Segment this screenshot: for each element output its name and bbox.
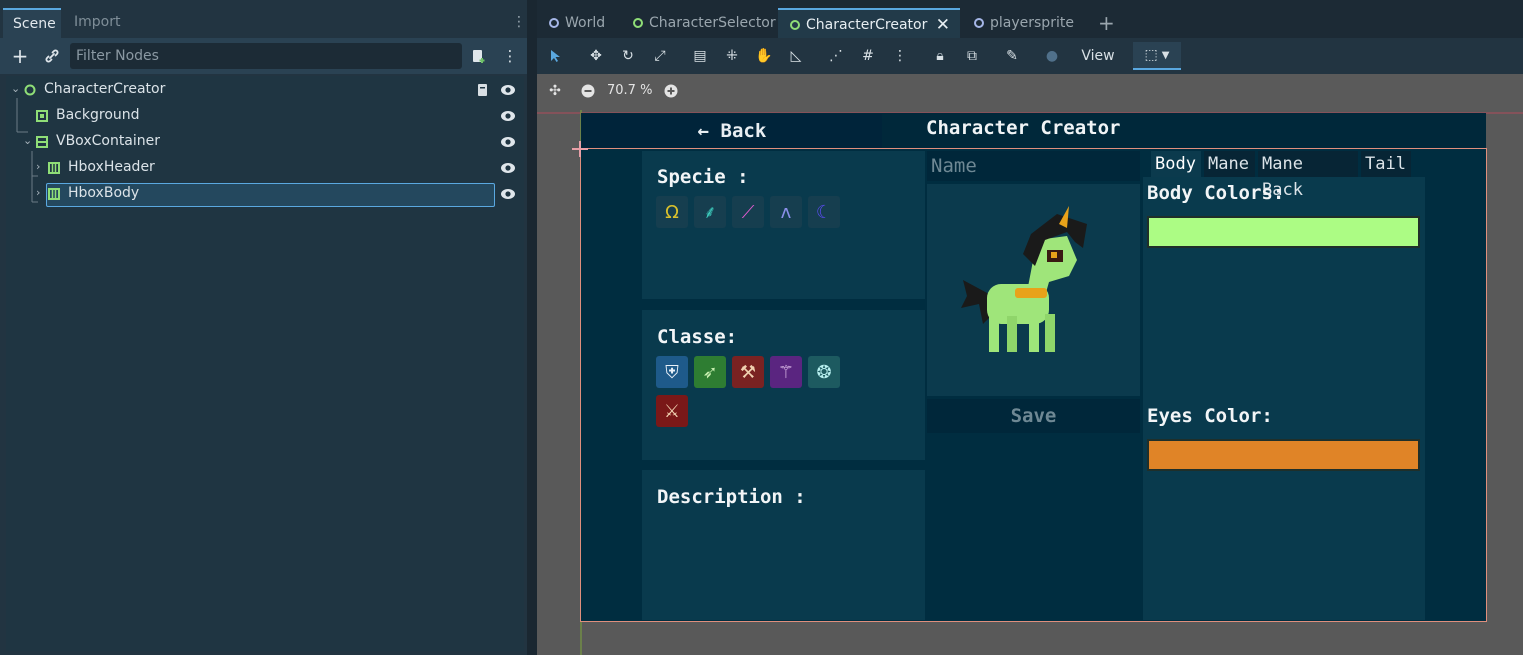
- dashed-rect-icon: ⬚: [1144, 47, 1158, 63]
- tab-label: CharacterSelector: [649, 15, 776, 31]
- pivot-mode-icon[interactable]: ⁜: [721, 45, 743, 67]
- node-circle-icon: [974, 18, 984, 28]
- camera-override-icon[interactable]: ●: [1041, 45, 1063, 67]
- hbox-icon: [48, 162, 60, 174]
- chevron-right-icon[interactable]: ›: [36, 160, 40, 173]
- tab-import[interactable]: Import: [64, 8, 130, 38]
- back-button[interactable]: ← Back: [582, 114, 882, 148]
- tab-world[interactable]: World: [537, 8, 621, 38]
- rotate-mode-icon[interactable]: ↻: [617, 45, 639, 67]
- filter-nodes-field[interactable]: [70, 43, 462, 69]
- node-circle-icon: [633, 18, 643, 28]
- canvas-frame: [580, 148, 1487, 622]
- tab-label: playersprite: [990, 15, 1074, 31]
- pan-mode-icon[interactable]: ✋: [753, 45, 775, 67]
- tree-item-label: Background: [56, 107, 140, 123]
- dock-tabs: Scene Import: [0, 8, 527, 38]
- colorrect-icon: [36, 110, 48, 122]
- tree-item-label: HboxBody: [68, 185, 140, 201]
- move-mode-icon[interactable]: ✥: [585, 45, 607, 67]
- tab-characterselector[interactable]: CharacterSelector: [621, 8, 777, 38]
- tab-scene[interactable]: Scene: [3, 8, 61, 38]
- visibility-eye-icon[interactable]: [500, 135, 516, 149]
- tree-item-label: VBoxContainer: [56, 133, 161, 149]
- bone-icon[interactable]: ✎: [1001, 45, 1023, 67]
- chevron-down-icon: ▼: [1161, 49, 1170, 61]
- chevron-down-icon[interactable]: ⌄: [23, 134, 32, 147]
- hbox-icon: [48, 188, 60, 200]
- scene-tabs: World CharacterSelector CharacterCreator…: [537, 8, 1523, 38]
- dock-splitter[interactable]: [527, 0, 537, 655]
- snap-options-icon[interactable]: ⋮: [889, 45, 911, 67]
- zoom-out-icon[interactable]: [577, 80, 599, 102]
- tree-item-vboxcontainer[interactable]: ⌄ VBoxContainer: [6, 130, 524, 154]
- zoom-level[interactable]: 70.7 %: [607, 83, 652, 98]
- filter-nodes-input[interactable]: [76, 46, 426, 66]
- add-scene-tab-icon[interactable]: +: [1086, 8, 1116, 38]
- scene-tree: ⌄ CharacterCreator Background ⌄ VBoxCont…: [6, 76, 524, 651]
- vbox-icon: [36, 136, 48, 148]
- tab-playersprite[interactable]: playersprite: [962, 8, 1082, 38]
- lock-icon[interactable]: 🔒︎: [929, 45, 951, 67]
- add-node-icon[interactable]: +: [9, 44, 31, 68]
- zoom-in-icon[interactable]: [660, 80, 682, 102]
- group-icon[interactable]: ⧉: [961, 45, 983, 67]
- visibility-eye-icon[interactable]: [500, 161, 516, 175]
- scale-mode-icon[interactable]: ⤢: [649, 45, 671, 67]
- page-title: Character Creator: [926, 117, 1121, 139]
- ruler-mode-icon[interactable]: ◺: [785, 45, 807, 67]
- smart-snap-icon[interactable]: ⋰: [825, 45, 847, 67]
- tree-item-label: HboxHeader: [68, 159, 155, 175]
- chevron-right-icon[interactable]: ›: [36, 186, 40, 199]
- canvas-toolbar: ✥ ↻ ⤢ ▤ ⁜ ✋ ◺ ⋰ # ⋮ 🔒︎ ⧉ ✎ ● View ⬚ ▼: [537, 38, 1523, 74]
- visibility-eye-icon[interactable]: [500, 109, 516, 123]
- visibility-eye-icon[interactable]: [500, 83, 516, 97]
- attach-script-icon[interactable]: [468, 45, 490, 67]
- pivot-cross-icon[interactable]: [571, 140, 589, 158]
- node-circle-icon: [549, 18, 559, 28]
- center-view-icon[interactable]: ✣: [544, 80, 566, 102]
- tab-label: CharacterCreator: [806, 17, 928, 33]
- node2d-circle-icon: [24, 84, 36, 96]
- node-circle-icon: [790, 20, 800, 30]
- tab-label: World: [565, 15, 606, 31]
- dock-menu-icon[interactable]: ⋮: [511, 14, 527, 32]
- tree-item-charactercreator[interactable]: ⌄ CharacterCreator: [6, 78, 524, 102]
- more-options-icon[interactable]: ⋮: [499, 45, 521, 67]
- link-icon[interactable]: [41, 45, 63, 67]
- tree-item-label: CharacterCreator: [44, 81, 166, 97]
- tree-item-hboxheader[interactable]: › HboxHeader: [6, 156, 524, 180]
- tree-item-hboxbody[interactable]: › HboxBody: [6, 182, 524, 206]
- viewport-zoom-bar: ✣ 70.7 %: [537, 74, 1523, 110]
- chevron-down-icon[interactable]: ⌄: [11, 82, 20, 95]
- view-menu[interactable]: View: [1075, 45, 1121, 67]
- selection-filter-dropdown[interactable]: ⬚ ▼: [1133, 42, 1181, 70]
- script-icon[interactable]: [476, 83, 490, 97]
- tree-item-background[interactable]: Background: [6, 104, 524, 128]
- grid-snap-icon[interactable]: #: [857, 45, 879, 67]
- close-tab-icon[interactable]: ✕: [936, 10, 950, 40]
- visibility-eye-icon[interactable]: [500, 187, 516, 201]
- tab-charactercreator[interactable]: CharacterCreator ✕: [778, 8, 960, 38]
- list-selectable-icon[interactable]: ▤: [689, 45, 711, 67]
- select-mode-icon[interactable]: [545, 45, 567, 67]
